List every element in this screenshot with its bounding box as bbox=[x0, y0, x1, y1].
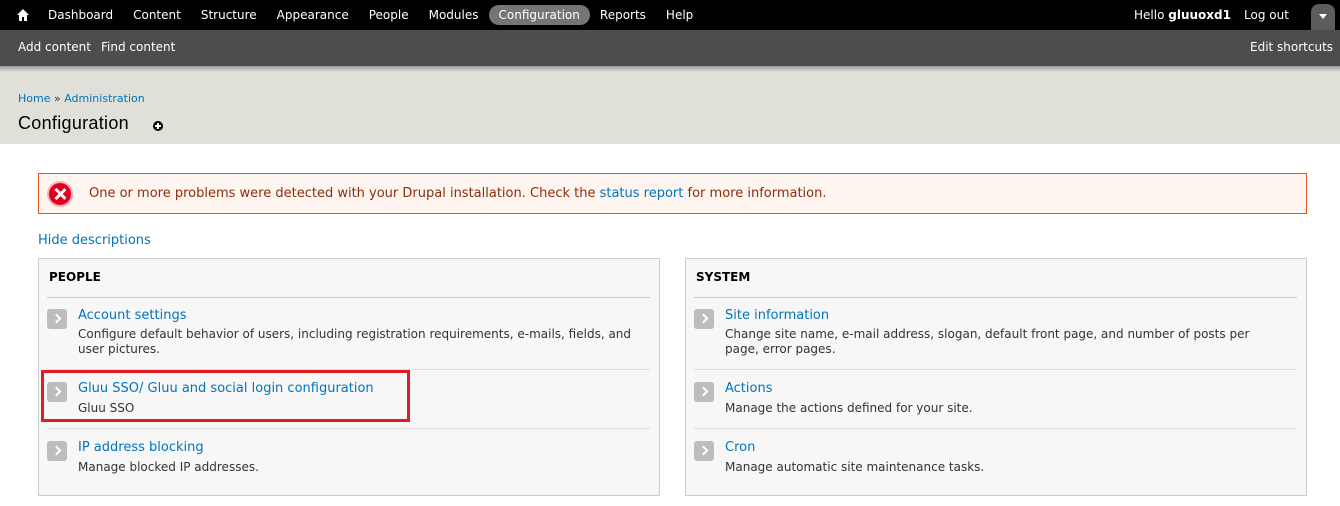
config-item-title[interactable]: Actions bbox=[725, 381, 773, 396]
divider bbox=[694, 428, 1297, 429]
panel-title: PEOPLE bbox=[49, 270, 101, 284]
menu-item-modules[interactable]: Modules bbox=[419, 5, 489, 25]
menu-item-configuration[interactable]: Configuration bbox=[488, 5, 590, 25]
menu-item-reports[interactable]: Reports bbox=[590, 5, 656, 25]
chevron-right-icon[interactable] bbox=[694, 382, 714, 402]
home-icon[interactable] bbox=[15, 7, 31, 23]
highlight-box bbox=[41, 370, 410, 422]
username-link[interactable]: gluuoxd1 bbox=[1168, 8, 1231, 22]
chevron-right-icon[interactable] bbox=[694, 309, 714, 329]
error-text-after: for more information. bbox=[683, 186, 827, 201]
breadcrumb: Home » Administration bbox=[18, 92, 145, 105]
chevron-down-icon bbox=[1319, 14, 1327, 19]
header-shadow bbox=[0, 66, 1340, 72]
page-header: Home » Administration Configuration bbox=[0, 66, 1340, 144]
add-content-link[interactable]: Add content bbox=[18, 40, 91, 54]
panel-system: SYSTEM Site information Change site name… bbox=[685, 258, 1307, 496]
config-item-description: Configure default behavior of users, inc… bbox=[78, 327, 632, 356]
chevron-right-icon[interactable] bbox=[47, 441, 67, 461]
add-shortcut-icon[interactable] bbox=[153, 121, 163, 131]
error-text-before: One or more problems were detected with … bbox=[89, 186, 600, 201]
config-item-description: Change site name, e-mail address, slogan… bbox=[725, 327, 1250, 356]
toolbar-drawer-toggle[interactable] bbox=[1311, 4, 1335, 30]
breadcrumb-separator: » bbox=[50, 92, 65, 105]
menu-item-content[interactable]: Content bbox=[123, 5, 191, 25]
divider bbox=[694, 369, 1297, 370]
config-item-title[interactable]: Cron bbox=[725, 440, 755, 455]
panel-title: SYSTEM bbox=[696, 270, 751, 284]
config-item-title[interactable]: IP address blocking bbox=[78, 440, 204, 455]
config-item-title[interactable]: Site information bbox=[725, 308, 829, 323]
find-content-link[interactable]: Find content bbox=[101, 40, 175, 54]
hide-descriptions-link[interactable]: Hide descriptions bbox=[38, 233, 151, 248]
menu-item-structure[interactable]: Structure bbox=[191, 5, 267, 25]
error-message: One or more problems were detected with … bbox=[38, 173, 1307, 214]
breadcrumb-administration[interactable]: Administration bbox=[64, 92, 145, 105]
config-item-description: Manage blocked IP addresses. bbox=[78, 460, 259, 474]
divider bbox=[47, 428, 650, 429]
config-item-description: Manage automatic site maintenance tasks. bbox=[725, 460, 985, 474]
config-item-description: Manage the actions defined for your site… bbox=[725, 401, 973, 415]
logout-link[interactable]: Log out bbox=[1244, 5, 1289, 25]
error-text: One or more problems were detected with … bbox=[89, 186, 827, 201]
greeting-prefix: Hello bbox=[1134, 8, 1169, 22]
page-title: Configuration bbox=[18, 113, 129, 133]
user-greeting: Hello gluuoxd1 bbox=[1134, 5, 1231, 25]
config-item-title[interactable]: Account settings bbox=[78, 308, 186, 323]
menu-item-appearance[interactable]: Appearance bbox=[267, 5, 359, 25]
chevron-right-icon[interactable] bbox=[694, 441, 714, 461]
admin-toolbar: Dashboard Content Structure Appearance P… bbox=[0, 0, 1340, 30]
menu-item-people[interactable]: People bbox=[359, 5, 419, 25]
edit-shortcuts-link[interactable]: Edit shortcuts bbox=[1250, 40, 1333, 54]
toolbar-menu: Dashboard Content Structure Appearance P… bbox=[38, 5, 703, 25]
chevron-right-icon[interactable] bbox=[47, 309, 67, 329]
shortcuts-bar: Add content Find content Edit shortcuts bbox=[0, 30, 1340, 66]
error-icon bbox=[49, 183, 71, 205]
divider bbox=[694, 297, 1297, 298]
menu-item-help[interactable]: Help bbox=[656, 5, 703, 25]
breadcrumb-home[interactable]: Home bbox=[18, 92, 50, 105]
menu-item-dashboard[interactable]: Dashboard bbox=[38, 5, 123, 25]
divider bbox=[47, 297, 650, 298]
status-report-link[interactable]: status report bbox=[600, 186, 684, 201]
